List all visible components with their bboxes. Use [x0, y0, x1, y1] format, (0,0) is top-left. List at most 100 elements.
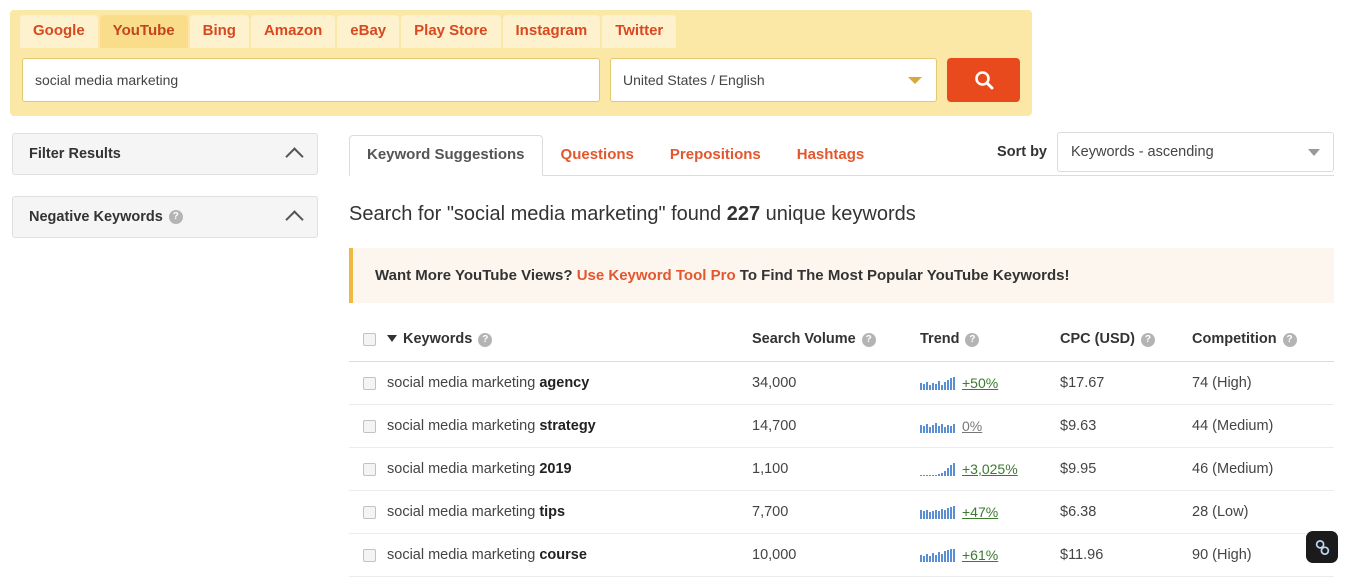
sidebar-panel-negative-keywords[interactable]: Negative Keywords? — [12, 196, 318, 238]
cell-cpc: $9.95 — [1060, 447, 1192, 491]
row-checkbox[interactable] — [363, 376, 376, 390]
header-competition[interactable]: Competition? — [1192, 331, 1334, 362]
cell-keyword: social media marketing course — [387, 533, 752, 577]
cell-cpc: $9.63 — [1060, 404, 1192, 448]
cell-keyword: social media marketing agency — [387, 361, 752, 405]
row-select-cell — [349, 404, 387, 448]
trend-percent[interactable]: +50% — [962, 375, 998, 391]
keywords-table: Keywords? Search Volume? Trend? CPC (USD… — [349, 331, 1334, 577]
keyword-search-input[interactable] — [22, 58, 600, 102]
help-icon[interactable]: ? — [168, 210, 183, 224]
engine-tab-ebay[interactable]: eBay — [337, 15, 400, 48]
header-cpc[interactable]: CPC (USD)? — [1060, 331, 1192, 362]
help-icon[interactable]: ? — [1140, 333, 1155, 347]
link-chain-icon — [1315, 539, 1329, 555]
engine-tab-bing[interactable]: Bing — [189, 15, 249, 48]
trend-percent[interactable]: +61% — [962, 547, 998, 563]
engine-tab-play-store[interactable]: Play Store — [401, 15, 501, 48]
cell-cpc: $17.67 — [1060, 361, 1192, 405]
cell-competition: 74 (High) — [1192, 361, 1334, 405]
search-panel: Google YouTube Bing Amazon eBay Play Store Ins… — [10, 10, 1032, 116]
tab-prepositions[interactable]: Prepositions — [652, 135, 779, 175]
header-trend-label: Trend — [920, 331, 960, 347]
trend-sparkline-icon — [920, 462, 955, 476]
result-summary-count: 227 — [726, 203, 761, 225]
select-all-checkbox[interactable] — [363, 332, 376, 346]
row-checkbox[interactable] — [363, 505, 376, 519]
table-row: social media marketing strategy 14,700 0% $… — [349, 404, 1334, 448]
row-select-cell — [349, 533, 387, 577]
tab-keyword-suggestions[interactable]: Keyword Suggestions — [349, 135, 543, 176]
sort-by-value: Keywords - ascending — [1071, 144, 1214, 160]
sidebar: Filter Results Negative Keywords? — [12, 133, 318, 259]
row-select-cell — [349, 447, 387, 491]
chevron-up-icon — [285, 209, 304, 229]
promo-banner: Want More YouTube Views? Use Keyword Too… — [349, 248, 1334, 303]
results-tab-bar: Keyword Suggestions Questions Prepositions… — [349, 132, 1334, 176]
location-language-value: United States / English — [623, 72, 765, 88]
header-search-volume[interactable]: Search Volume? — [752, 331, 920, 362]
sidebar-panel-title: Negative Keywords — [29, 209, 163, 225]
row-select-cell — [349, 361, 387, 405]
caret-down-icon — [387, 335, 397, 342]
keyword-suffix: agency — [539, 375, 590, 391]
row-select-cell — [349, 490, 387, 534]
keywords-table-body: social media marketing agency 34,000 +50% $… — [349, 361, 1334, 577]
chevron-down-icon — [908, 77, 922, 84]
trend-percent[interactable]: +3,025% — [962, 461, 1018, 477]
floating-link-widget[interactable] — [1306, 531, 1338, 563]
header-keywords[interactable]: Keywords? — [387, 331, 752, 362]
tab-holder: Keyword Suggestions Questions Prepositions… — [349, 135, 883, 176]
trend-wrapper: 0% — [920, 418, 1060, 434]
sidebar-panel-title: Filter Results — [29, 146, 121, 162]
header-competition-label: Competition — [1192, 331, 1277, 347]
sort-control: Sort by Keywords - ascending — [997, 132, 1334, 172]
engine-tab-amazon[interactable]: Amazon — [250, 15, 336, 48]
cell-search-volume: 14,700 — [752, 404, 920, 448]
trend-percent[interactable]: 0% — [962, 418, 982, 434]
row-checkbox[interactable] — [363, 419, 376, 433]
select-all-header — [349, 331, 387, 362]
engine-tab-youtube[interactable]: YouTube — [99, 15, 188, 48]
keyword-prefix: social media marketing — [387, 461, 540, 477]
cell-trend: +3,025% — [920, 447, 1060, 491]
trend-percent[interactable]: +47% — [962, 504, 998, 520]
engine-tab-instagram[interactable]: Instagram — [502, 15, 601, 48]
main-content: Keyword Suggestions Questions Prepositions… — [349, 132, 1334, 577]
keyword-prefix: social media marketing — [387, 418, 540, 434]
cell-trend: +47% — [920, 490, 1060, 534]
trend-wrapper: +61% — [920, 547, 1060, 563]
engine-tab-twitter[interactable]: Twitter — [602, 15, 677, 48]
keyword-text: social media marketing tips — [387, 504, 565, 520]
help-icon[interactable]: ? — [965, 333, 980, 347]
keyword-prefix: social media marketing — [387, 547, 540, 563]
engine-tab-google[interactable]: Google — [20, 15, 98, 48]
chevron-down-icon — [1308, 149, 1320, 156]
cell-competition: 46 (Medium) — [1192, 447, 1334, 491]
cell-keyword: social media marketing tips — [387, 490, 752, 534]
header-trend[interactable]: Trend? — [920, 331, 1060, 362]
sidebar-panel-filter-results[interactable]: Filter Results — [12, 133, 318, 175]
location-language-select[interactable]: United States / English — [610, 58, 937, 102]
trend-sparkline-icon — [920, 505, 955, 519]
search-button[interactable] — [947, 58, 1020, 102]
tab-questions[interactable]: Questions — [543, 135, 652, 175]
header-search-volume-label: Search Volume — [752, 331, 856, 347]
keyword-tool-pro-link[interactable]: Use Keyword Tool Pro — [577, 267, 736, 284]
table-row: social media marketing 2019 1,100 +3,025% $… — [349, 447, 1334, 491]
row-checkbox[interactable] — [363, 462, 376, 476]
result-summary-prefix: Search for "social media marketing" foun… — [349, 203, 727, 225]
help-icon[interactable]: ? — [861, 333, 876, 347]
trend-wrapper: +3,025% — [920, 461, 1060, 477]
cell-search-volume: 7,700 — [752, 490, 920, 534]
help-icon[interactable]: ? — [1282, 333, 1297, 347]
help-icon[interactable]: ? — [478, 333, 493, 347]
keyword-text: social media marketing agency — [387, 375, 589, 391]
row-checkbox[interactable] — [363, 548, 376, 562]
sort-by-select[interactable]: Keywords - ascending — [1057, 132, 1334, 172]
tab-hashtags[interactable]: Hashtags — [779, 135, 883, 175]
keyword-text: social media marketing strategy — [387, 418, 596, 434]
chevron-up-icon — [285, 146, 304, 166]
table-row: social media marketing course 10,000 +61% $… — [349, 533, 1334, 577]
search-icon — [974, 71, 993, 90]
